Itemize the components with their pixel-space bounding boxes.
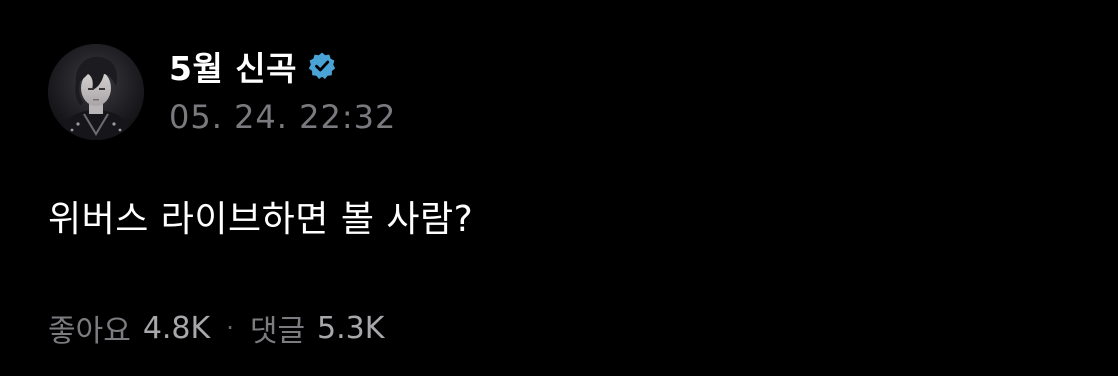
avatar[interactable] <box>48 44 144 140</box>
author-meta: 5월 신곡 05. 24. 22:32 <box>169 44 396 136</box>
post-timestamp: 05. 24. 22:32 <box>169 98 397 136</box>
comments-count[interactable]: 5.3K <box>317 311 384 346</box>
stats-separator: · <box>226 314 234 342</box>
post-card: 5월 신곡 05. 24. 22:32 위버스 라이브하면 볼 사람? 좋아요 … <box>0 0 1118 376</box>
avatar-image <box>48 44 144 140</box>
likes-label[interactable]: 좋아요 <box>48 306 131 350</box>
author-display-name[interactable]: 5월 신곡 <box>169 42 297 90</box>
post-header: 5월 신곡 05. 24. 22:32 <box>48 44 396 140</box>
post-body: 위버스 라이브하면 볼 사람? <box>48 199 474 240</box>
comments-label[interactable]: 댓글 <box>250 306 305 350</box>
likes-count[interactable]: 4.8K <box>143 311 210 346</box>
author-name-row: 5월 신곡 <box>169 44 396 88</box>
verified-badge-icon <box>307 51 337 81</box>
post-stats: 좋아요 4.8K · 댓글 5.3K <box>48 306 384 350</box>
